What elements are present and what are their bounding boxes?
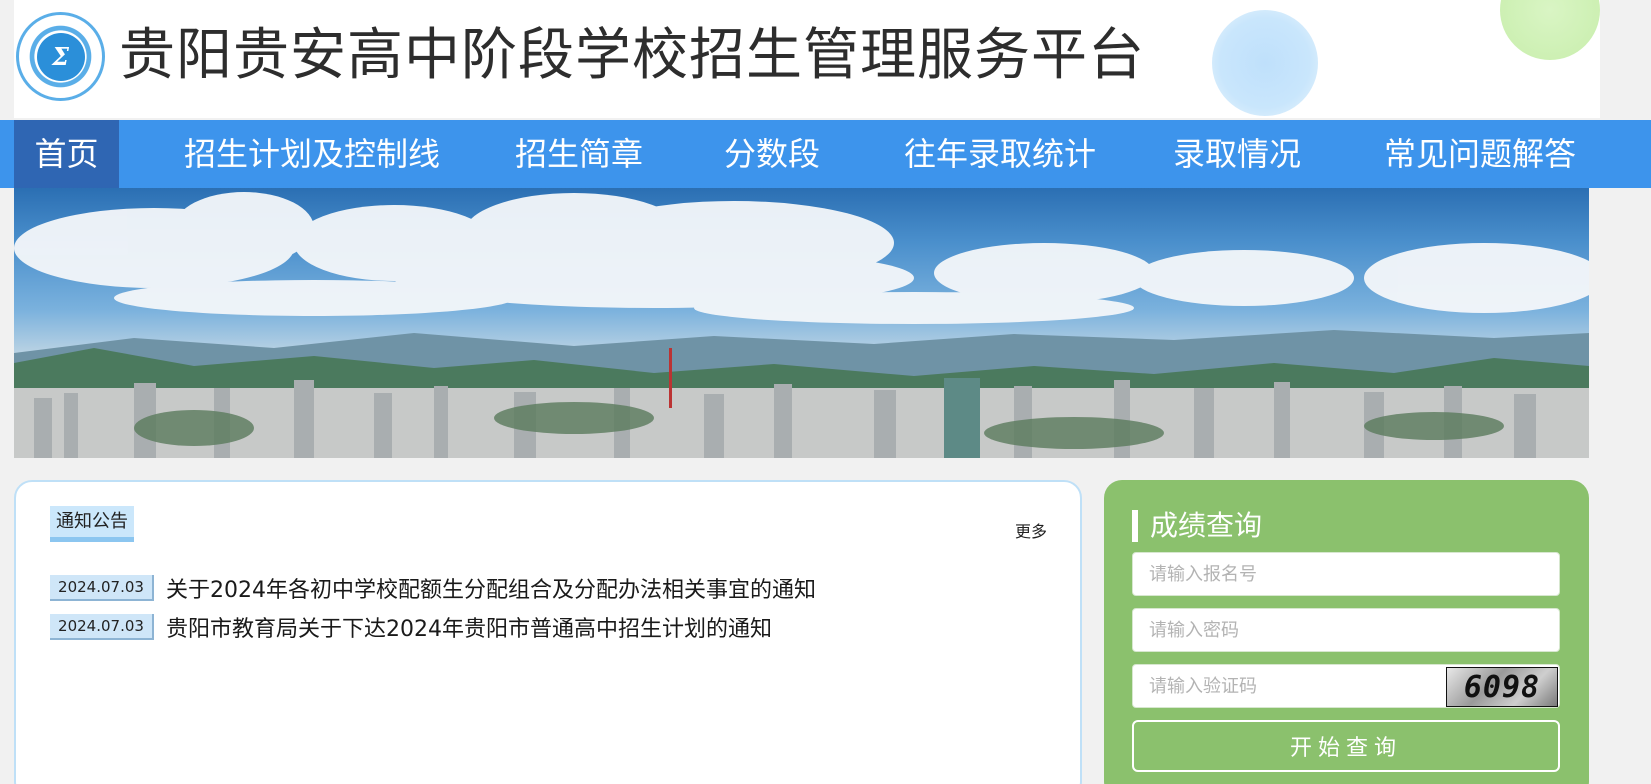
nav-item-home[interactable]: 首页 — [14, 120, 119, 188]
score-query-panel: 成绩查询 开始查询 — [1104, 480, 1589, 784]
nav-item-admission-status[interactable]: 录取情况 — [1173, 120, 1301, 188]
main-nav: 首页 招生计划及控制线 招生简章 分数段 往年录取统计 录取情况 常见问题解答 — [0, 120, 1651, 188]
start-query-button[interactable]: 开始查询 — [1132, 720, 1560, 772]
nav-item-admission-plan[interactable]: 招生计划及控制线 — [184, 120, 440, 188]
list-item[interactable]: 2024.07.03 关于2024年各初中学校配额生分配组合及分配办法相关事宜的… — [50, 572, 816, 604]
decorative-bubble-green — [1500, 0, 1600, 60]
notice-title[interactable]: 关于2024年各初中学校配额生分配组合及分配办法相关事宜的通知 — [166, 572, 816, 604]
notice-tab[interactable]: 通知公告 — [50, 506, 134, 542]
site-title: 贵阳贵安高中阶段学校招生管理服务平台 — [119, 23, 1145, 88]
more-link[interactable]: 更多 — [1015, 518, 1047, 542]
nav-item-admission-brochure[interactable]: 招生简章 — [515, 120, 643, 188]
site-logo[interactable]: Σ — [16, 12, 105, 101]
nav-item-faq[interactable]: 常见问题解答 — [1384, 120, 1576, 188]
notice-date: 2024.07.03 — [50, 575, 154, 601]
city-skyline-banner — [14, 188, 1589, 458]
list-item[interactable]: 2024.07.03 贵阳市教育局关于下达2024年贵阳市普通高中招生计划的通知 — [50, 611, 772, 643]
notice-title[interactable]: 贵阳市教育局关于下达2024年贵阳市普通高中招生计划的通知 — [166, 611, 772, 643]
notice-panel: 通知公告 更多 2024.07.03 关于2024年各初中学校配额生分配组合及分… — [14, 480, 1082, 784]
nav-item-score-bands[interactable]: 分数段 — [724, 120, 820, 188]
notice-date: 2024.07.03 — [50, 614, 154, 640]
decorative-bubble-blue — [1212, 10, 1318, 116]
score-query-title: 成绩查询 — [1132, 510, 1262, 542]
logo-mark: Σ — [36, 32, 85, 81]
site-header: Σ 贵阳贵安高中阶段学校招生管理服务平台 — [14, 0, 1600, 118]
captcha-image[interactable]: 6098 — [1446, 667, 1558, 707]
nav-item-past-statistics[interactable]: 往年录取统计 — [904, 120, 1096, 188]
banner-illustration — [14, 192, 1589, 458]
password-input[interactable] — [1132, 608, 1560, 652]
registration-number-input[interactable] — [1132, 552, 1560, 596]
